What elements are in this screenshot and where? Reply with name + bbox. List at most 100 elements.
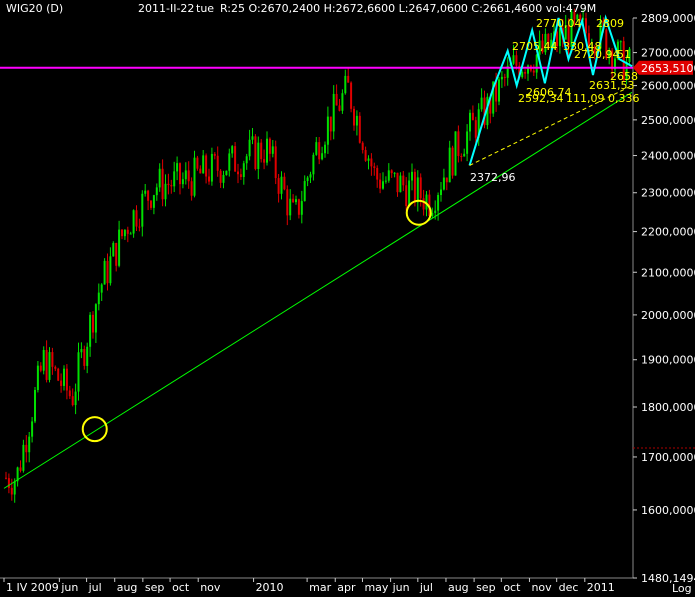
candle-body <box>396 172 399 193</box>
candle-body <box>57 368 60 381</box>
candle-body <box>315 142 318 155</box>
candle-body <box>161 168 164 200</box>
candle-body <box>471 112 474 121</box>
candle-body <box>440 189 442 196</box>
candle-body <box>286 189 289 216</box>
candle-body <box>379 179 382 189</box>
candle-body <box>245 156 248 164</box>
x-tick-label: oct <box>172 581 190 594</box>
price-chart: 2809,0000 2700,0000 2600,0000 2500,0000 2400… <box>0 0 695 597</box>
candle-body <box>532 70 535 73</box>
candle-body <box>500 76 503 80</box>
candle-body <box>373 166 376 168</box>
candle-body <box>135 210 138 227</box>
pattern-annotation: 51 <box>617 48 631 61</box>
candle-body <box>237 171 239 175</box>
candle-body <box>71 396 74 406</box>
candle-body <box>361 142 364 151</box>
candle-body <box>31 421 34 437</box>
candle-body <box>48 352 51 380</box>
candle-body <box>77 352 80 392</box>
candle-body <box>257 142 260 169</box>
candle-body <box>460 156 463 158</box>
candle-body <box>498 79 500 102</box>
candle-body <box>399 175 402 193</box>
candle-body <box>295 199 297 203</box>
last-price-tag: 2653,5100 <box>633 60 695 75</box>
candle-body <box>176 163 179 172</box>
pattern-annotation: 2809 <box>596 17 624 30</box>
candle-body <box>83 349 86 366</box>
candle-body <box>390 170 393 174</box>
candle-body <box>63 368 65 386</box>
candle-body <box>280 176 283 194</box>
candle-body <box>402 175 405 186</box>
candle-body <box>196 157 199 169</box>
candle-body <box>376 167 379 180</box>
candle-body <box>22 444 25 471</box>
candle-body <box>115 242 118 266</box>
candle-body <box>164 183 167 200</box>
y-tick-label: 1800,0000 <box>641 401 695 414</box>
candle-body <box>463 153 466 157</box>
candle-body <box>190 181 193 196</box>
candle-body <box>248 139 251 157</box>
candle-body <box>94 304 97 333</box>
candle-body <box>411 171 413 181</box>
candle-body <box>68 390 71 397</box>
y-tick-label: 2000,0000 <box>641 309 695 322</box>
candle-body <box>350 82 353 109</box>
candle-body <box>179 163 181 185</box>
candle-body <box>193 157 196 196</box>
candle-body <box>324 144 326 154</box>
candle-body <box>239 174 242 178</box>
candle-body <box>251 136 254 140</box>
candle-body <box>289 198 292 216</box>
candle-body <box>457 131 460 157</box>
candle-body <box>167 183 170 186</box>
pattern-annotation: 2658 <box>610 70 638 83</box>
candle-body <box>292 198 295 203</box>
candle-body <box>205 155 208 177</box>
candle-body <box>25 444 28 453</box>
candle-body <box>155 187 158 196</box>
pattern-annotation: 2720,94 <box>574 48 620 61</box>
candle-body <box>132 210 135 234</box>
candle-body <box>60 380 63 386</box>
candle-body <box>100 284 103 293</box>
candle-body <box>45 350 48 380</box>
candle-body <box>86 346 89 366</box>
candle-body <box>422 198 425 210</box>
candle-body <box>7 478 10 488</box>
candle-body <box>454 131 457 176</box>
x-tick-label: oct <box>503 581 521 594</box>
candle-body <box>338 105 341 111</box>
last-price-tag-label: 2653,5100 <box>641 62 695 75</box>
date-label: 2011-II-22 <box>138 2 195 15</box>
candle-body <box>263 159 266 163</box>
candle-body <box>524 72 527 74</box>
candle-body <box>42 350 45 371</box>
candle-body <box>121 229 123 237</box>
candle-body <box>222 175 225 183</box>
candle-body <box>312 154 315 175</box>
candle-body <box>199 168 202 174</box>
log-scale-label[interactable]: Log <box>672 582 692 596</box>
candle-body <box>97 292 100 305</box>
candle-body <box>112 242 115 257</box>
candle-body <box>103 260 106 285</box>
candle-body <box>329 116 332 132</box>
candle-body <box>585 18 587 34</box>
candle-body <box>341 93 344 111</box>
y-tick-label: 1600,0000 <box>641 504 695 517</box>
candle-body <box>448 147 451 183</box>
candle-body <box>367 158 370 161</box>
candle-body <box>353 108 355 126</box>
x-tick-label: 2011 <box>587 581 615 594</box>
candle-body <box>254 136 257 169</box>
candle-body <box>437 195 440 211</box>
candle-body <box>173 171 176 187</box>
y-tick-label: 2300,0000 <box>641 187 695 200</box>
candle-body <box>210 153 213 182</box>
candle-body <box>65 368 68 391</box>
